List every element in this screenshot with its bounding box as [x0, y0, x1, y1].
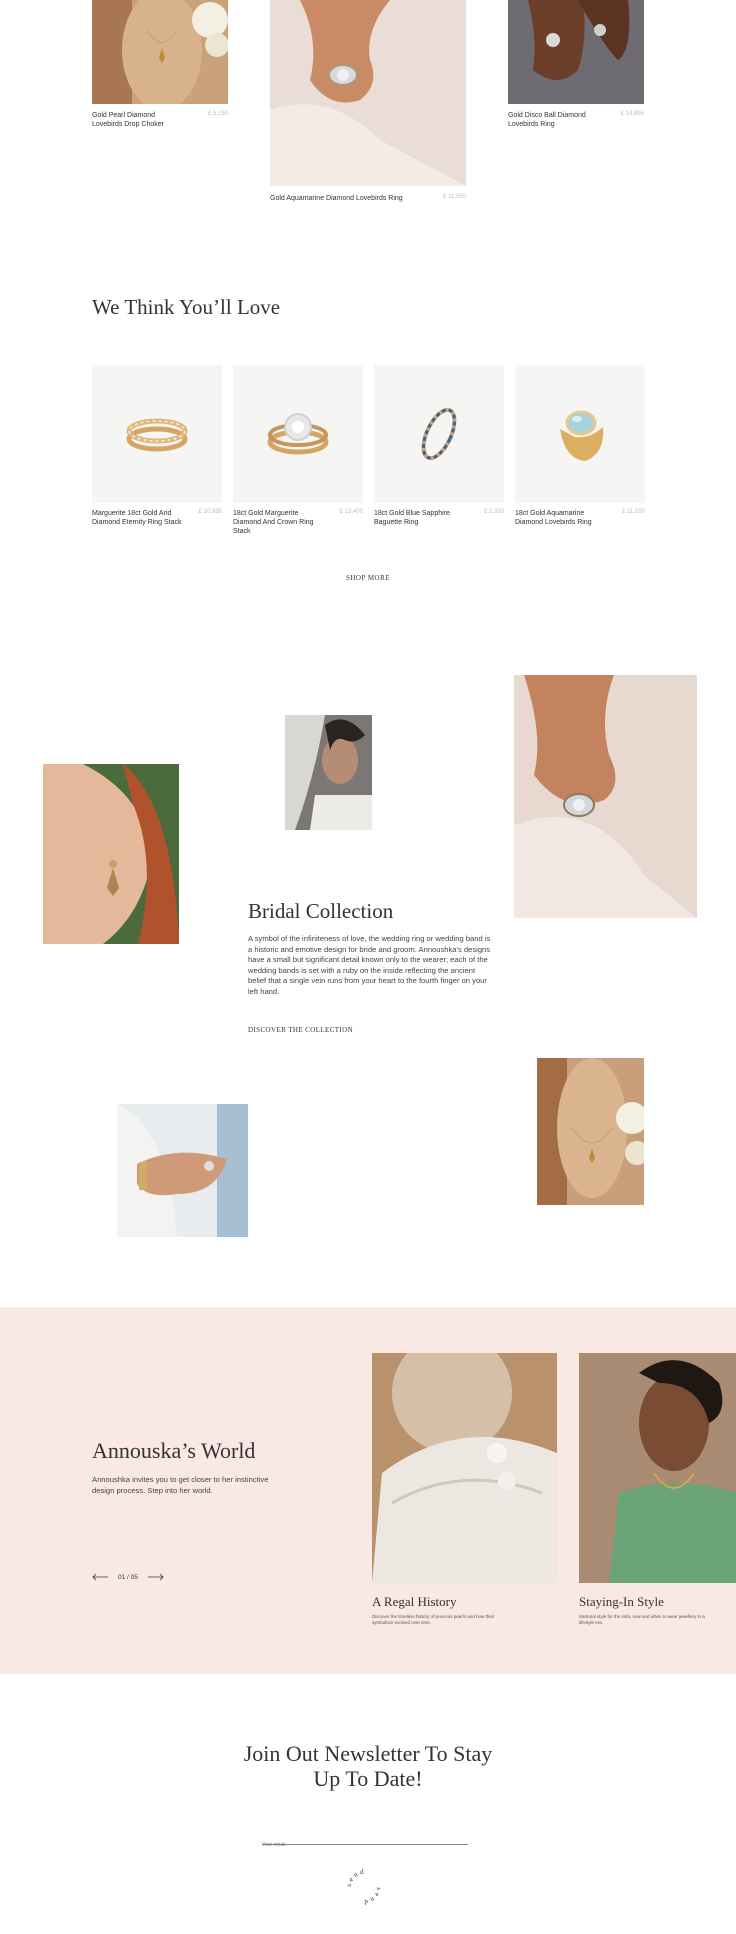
- shop-more-link[interactable]: SHOP MORE: [0, 574, 736, 582]
- product-price: £ 2,350: [483, 509, 504, 515]
- world-description: Annoushka invites you to get closer to h…: [92, 1475, 269, 1495]
- earring-model-image: [43, 764, 179, 944]
- product-card[interactable]: 18ct Gold Marguerite Diamond And Crown R…: [233, 365, 363, 535]
- email-input[interactable]: [262, 1842, 468, 1848]
- bridal-description: A symbol of the infiniteness of love, th…: [248, 934, 491, 996]
- story-title[interactable]: Staying-In Style: [579, 1594, 664, 1610]
- product-image-choker[interactable]: [92, 0, 228, 104]
- story-image-model[interactable]: [579, 1353, 736, 1583]
- pager-count: 01 / 05: [118, 1573, 138, 1581]
- product-price: £ 10,895: [198, 509, 222, 515]
- story-image-pearls[interactable]: [372, 1353, 557, 1583]
- send-text-bottom: send: [362, 1887, 381, 1907]
- email-field-wrapper: [262, 1833, 468, 1848]
- bridal-ring-hand-image: [514, 675, 697, 918]
- bracelet-hands-image: [117, 1104, 248, 1237]
- newsletter-title: Join Out Newsletter To Stay Up To Date!: [0, 1741, 736, 1791]
- product-image-aquamarine-ring[interactable]: [270, 0, 466, 186]
- product-name[interactable]: Gold Disco Ball Diamond Lovebirds Ring: [508, 111, 593, 129]
- necklace-model-image: [537, 1058, 644, 1205]
- recommend-title: We Think You’ll Love: [92, 295, 281, 319]
- product-price: £ 5,150: [207, 111, 228, 117]
- product-name[interactable]: Marguerite 18ct Gold And Diamond Eternit…: [92, 509, 187, 527]
- svg-text:send: send: [362, 1887, 383, 1907]
- product-card[interactable]: Marguerite 18ct Gold And Diamond Eternit…: [92, 365, 222, 526]
- story-text: Sartorial style for the sofa, now and wh…: [579, 1614, 705, 1625]
- product-image[interactable]: [233, 365, 363, 503]
- world-pager: 01 / 05: [92, 1573, 164, 1581]
- product-name[interactable]: Gold Aquamarine Diamond Lovebirds Ring: [270, 194, 420, 203]
- product-name[interactable]: Gold Pearl Diamond Lovebirds Drop Choker: [92, 111, 172, 129]
- world-title: Annouska’s World: [92, 1438, 256, 1463]
- product-image[interactable]: [515, 365, 645, 503]
- product-card[interactable]: 18ct Gold Aquamarine Diamond Lovebirds R…: [515, 365, 645, 526]
- product-name[interactable]: 18ct Gold Aquamarine Diamond Lovebirds R…: [515, 509, 610, 527]
- arrow-left-icon[interactable]: [92, 1573, 108, 1581]
- product-price: £ 14,995: [620, 111, 644, 117]
- veil-model-image: [285, 715, 372, 830]
- product-price: £ 13,400: [339, 509, 363, 515]
- product-name[interactable]: 18ct Gold Blue Sapphire Baguette Ring: [374, 509, 469, 527]
- send-text-top: send: [345, 1868, 364, 1888]
- send-button[interactable]: send send: [344, 1867, 384, 1907]
- product-card[interactable]: 18ct Gold Blue Sapphire Baguette Ring £ …: [374, 365, 504, 526]
- product-image[interactable]: [374, 365, 504, 503]
- newsletter-title-line2: Up To Date!: [313, 1766, 423, 1791]
- story-title[interactable]: A Regal History: [372, 1594, 457, 1610]
- world-section: Annouska’s World Annoushka invites you t…: [0, 1307, 736, 1674]
- svg-text:send: send: [345, 1868, 366, 1888]
- product-image[interactable]: [92, 365, 222, 503]
- product-price: £ 11,550: [622, 509, 645, 515]
- newsletter-title-line1: Join Out Newsletter To Stay: [243, 1741, 493, 1766]
- product-name[interactable]: 18ct Gold Marguerite Diamond And Crown R…: [233, 509, 328, 536]
- product-image-disco-ring[interactable]: [508, 0, 644, 104]
- story-text: Discover the timeless history of preciou…: [372, 1614, 495, 1625]
- discover-collection-link[interactable]: DISCOVER THE COLLECTION: [248, 1026, 353, 1034]
- bridal-title: Bridal Collection: [248, 899, 394, 923]
- arrow-right-icon[interactable]: [147, 1573, 164, 1581]
- product-price: £ 11,550: [443, 194, 466, 200]
- send-badge-icon: send send: [345, 1868, 383, 1907]
